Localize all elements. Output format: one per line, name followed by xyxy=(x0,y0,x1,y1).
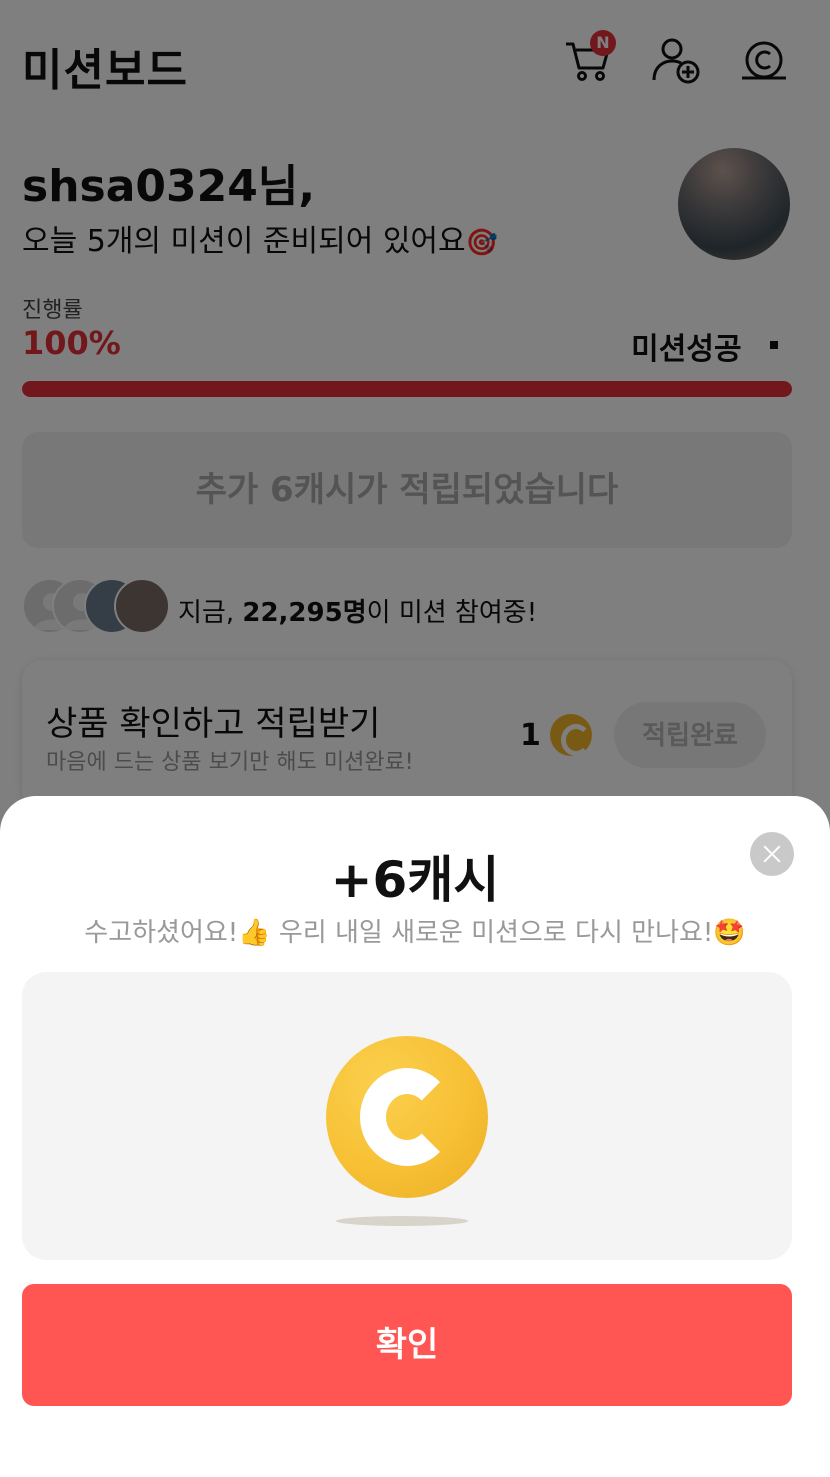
close-button[interactable] xyxy=(750,832,794,876)
reward-title: +6캐시 xyxy=(330,851,500,909)
mission-board-screen: 미션보드 N xyxy=(0,0,830,1477)
confirm-button[interactable]: 확인 xyxy=(22,1284,792,1406)
coin-panel xyxy=(22,972,792,1260)
reward-bottom-sheet: +6캐시 수고하셨어요!👍 우리 내일 새로운 미션으로 다시 만나요!🤩 확인 xyxy=(0,796,830,1477)
coin-shadow xyxy=(336,1216,468,1226)
reward-message: 수고하셨어요!👍 우리 내일 새로운 미션으로 다시 만나요!🤩 xyxy=(84,918,746,948)
cash-coin-icon xyxy=(326,1036,488,1198)
